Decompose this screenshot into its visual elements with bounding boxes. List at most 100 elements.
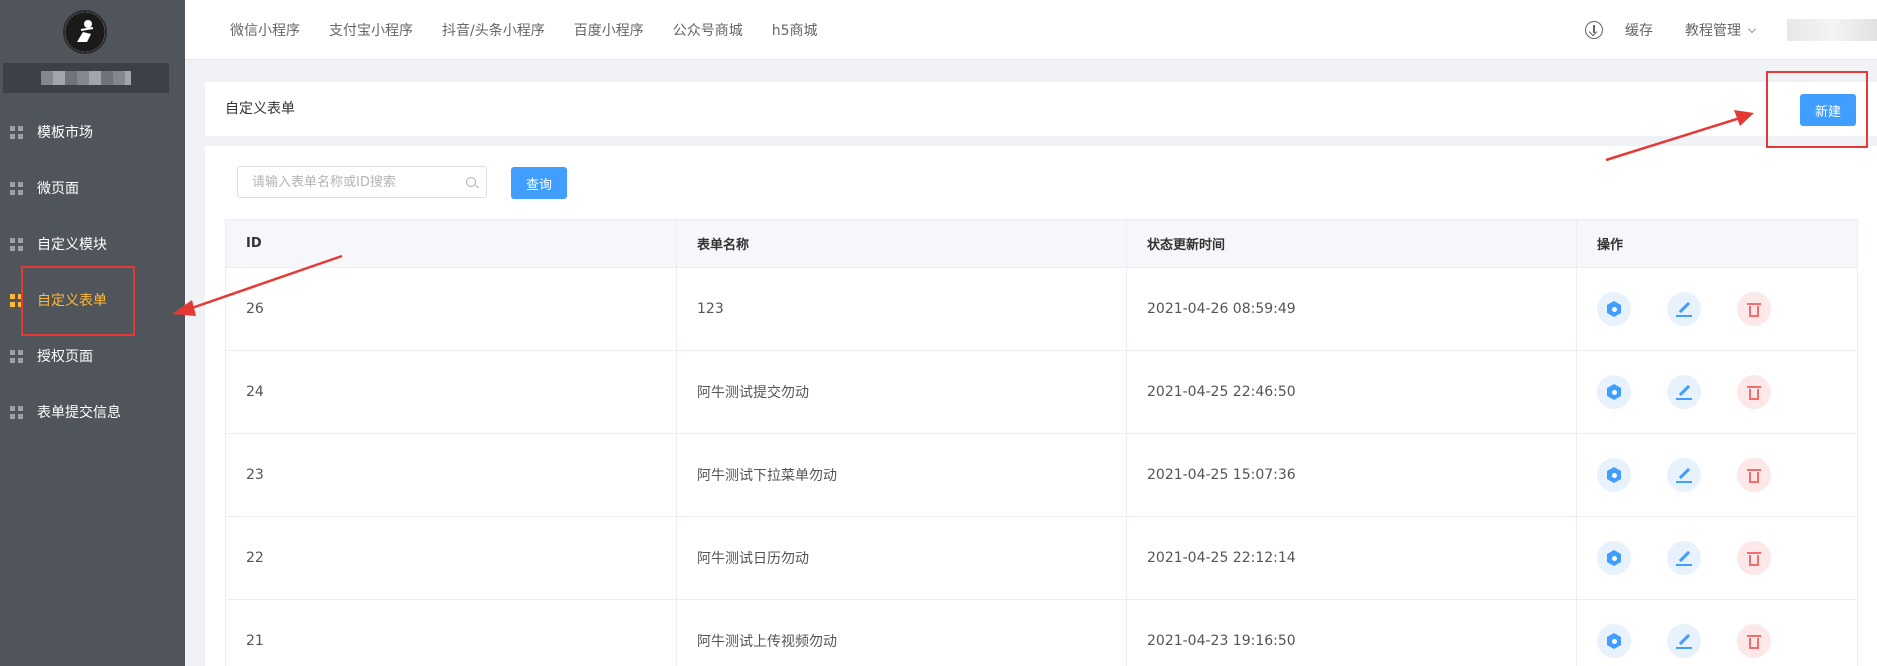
edit-icon	[1676, 467, 1692, 483]
edit-button[interactable]	[1667, 375, 1701, 409]
table-row: 26 123 2021-04-26 08:59:49	[225, 267, 1858, 351]
grid-icon	[10, 125, 23, 139]
settings-button[interactable]	[1597, 458, 1631, 492]
grid-icon	[10, 237, 23, 251]
table-row: 23 阿牛测试下拉菜单勿动 2021-04-25 15:07:36	[225, 433, 1858, 517]
cell-actions	[1576, 267, 1858, 351]
cell-name: 123	[676, 267, 1127, 351]
settings-button[interactable]	[1597, 541, 1631, 575]
sidebar-item-label: 自定义模块	[37, 237, 107, 253]
tutorial-label: 教程管理	[1685, 23, 1741, 39]
edit-icon	[1676, 550, 1692, 566]
table-row: 22 阿牛测试日历勿动 2021-04-25 22:12:14	[225, 516, 1858, 600]
sidebar-item-form-submissions[interactable]: 表单提交信息	[0, 384, 185, 440]
settings-hex-icon	[1607, 301, 1621, 317]
topnav-official-account[interactable]: 公众号商城	[673, 20, 743, 40]
cache-link[interactable]: 缓存	[1625, 20, 1653, 40]
sidebar-item-template-market[interactable]: 模板市场	[0, 104, 185, 160]
table-header-row: ID 表单名称 状态更新时间 操作	[225, 219, 1858, 268]
search-icon[interactable]	[466, 177, 476, 187]
sidebar-item-auth-page[interactable]: 授权页面	[0, 328, 185, 384]
cell-actions	[1576, 350, 1858, 434]
delete-button[interactable]	[1737, 541, 1771, 575]
cell-name: 阿牛测试下拉菜单勿动	[676, 433, 1127, 517]
delete-icon	[1747, 467, 1761, 483]
grid-icon	[10, 349, 23, 363]
query-button[interactable]: 查询	[511, 167, 567, 199]
delete-icon	[1747, 301, 1761, 317]
settings-button[interactable]	[1597, 624, 1631, 658]
edit-button[interactable]	[1667, 292, 1701, 326]
edit-button[interactable]	[1667, 458, 1701, 492]
delete-button[interactable]	[1737, 458, 1771, 492]
page-header: 自定义表单	[205, 82, 1877, 136]
cell-id: 24	[225, 350, 677, 434]
sidebar-item-label: 授权页面	[37, 349, 93, 365]
settings-button[interactable]	[1597, 375, 1631, 409]
forms-table: ID 表单名称 状态更新时间 操作 26 123 2021-04-26 08:5…	[225, 219, 1858, 666]
cell-updated: 2021-04-26 08:59:49	[1126, 267, 1577, 351]
table-row: 24 阿牛测试提交勿动 2021-04-25 22:46:50	[225, 350, 1858, 434]
topnav-baidu[interactable]: 百度小程序	[574, 20, 644, 40]
cell-name: 阿牛测试提交勿动	[676, 350, 1127, 434]
grid-icon	[10, 405, 23, 419]
delete-button[interactable]	[1737, 292, 1771, 326]
search-input[interactable]	[238, 167, 458, 197]
sidebar-item-micro-page[interactable]: 微页面	[0, 160, 185, 216]
cell-name: 阿牛测试上传视频勿动	[676, 599, 1127, 666]
tutorial-dropdown[interactable]: 教程管理	[1685, 20, 1757, 40]
settings-hex-icon	[1607, 384, 1621, 400]
edit-icon	[1676, 301, 1692, 317]
chevron-down-icon	[1747, 24, 1757, 34]
avatar[interactable]	[1787, 19, 1877, 41]
edit-button[interactable]	[1667, 624, 1701, 658]
cell-updated: 2021-04-25 22:46:50	[1126, 350, 1577, 434]
column-header-id: ID	[225, 219, 677, 268]
topnav-h5[interactable]: h5商城	[772, 20, 818, 40]
cell-updated: 2021-04-25 22:12:14	[1126, 516, 1577, 600]
cell-id: 22	[225, 516, 677, 600]
user-name-blurred	[41, 71, 131, 85]
page-title: 自定义表单	[225, 101, 295, 117]
sidebar-item-label: 表单提交信息	[37, 405, 121, 421]
edit-button[interactable]	[1667, 541, 1701, 575]
grid-icon	[10, 181, 23, 195]
top-nav: 微信小程序 支付宝小程序 抖音/头条小程序 百度小程序 公众号商城 h5商城	[230, 0, 847, 60]
topnav-wechat[interactable]: 微信小程序	[230, 20, 300, 40]
delete-button[interactable]	[1737, 375, 1771, 409]
delete-icon	[1747, 633, 1761, 649]
cell-updated: 2021-04-25 15:07:36	[1126, 433, 1577, 517]
sidebar-item-label: 模板市场	[37, 125, 93, 141]
topnav-alipay[interactable]: 支付宝小程序	[329, 20, 413, 40]
column-header-actions: 操作	[1576, 219, 1858, 268]
highlight-box-new-button	[1766, 71, 1868, 148]
main-content: 查询 ID 表单名称 状态更新时间 操作 26 123 2021-04-26 0…	[205, 146, 1877, 666]
sidebar-item-label: 微页面	[37, 181, 79, 197]
topnav-douyin[interactable]: 抖音/头条小程序	[442, 20, 545, 40]
delete-icon	[1747, 384, 1761, 400]
cell-actions	[1576, 433, 1858, 517]
cell-id: 26	[225, 267, 677, 351]
delete-button[interactable]	[1737, 624, 1771, 658]
table-row: 21 阿牛测试上传视频勿动 2021-04-23 19:16:50	[225, 599, 1858, 666]
top-bar: 微信小程序 支付宝小程序 抖音/头条小程序 百度小程序 公众号商城 h5商城 缓…	[185, 0, 1877, 60]
settings-button[interactable]	[1597, 292, 1631, 326]
cell-actions	[1576, 599, 1858, 666]
edit-icon	[1676, 384, 1692, 400]
settings-hex-icon	[1607, 550, 1621, 566]
sidebar-item-custom-module[interactable]: 自定义模块	[0, 216, 185, 272]
cell-actions	[1576, 516, 1858, 600]
download-icon[interactable]	[1585, 21, 1603, 39]
cell-name: 阿牛测试日历勿动	[676, 516, 1127, 600]
user-name-bar	[3, 63, 169, 93]
column-header-name: 表单名称	[676, 219, 1127, 268]
cell-id: 23	[225, 433, 677, 517]
logo-icon[interactable]	[63, 10, 107, 54]
settings-hex-icon	[1607, 633, 1621, 649]
edit-icon	[1676, 633, 1692, 649]
search-field	[237, 166, 487, 198]
cell-id: 21	[225, 599, 677, 666]
highlight-box-sidebar	[21, 266, 135, 336]
top-right: 缓存 教程管理	[1585, 0, 1877, 60]
delete-icon	[1747, 550, 1761, 566]
